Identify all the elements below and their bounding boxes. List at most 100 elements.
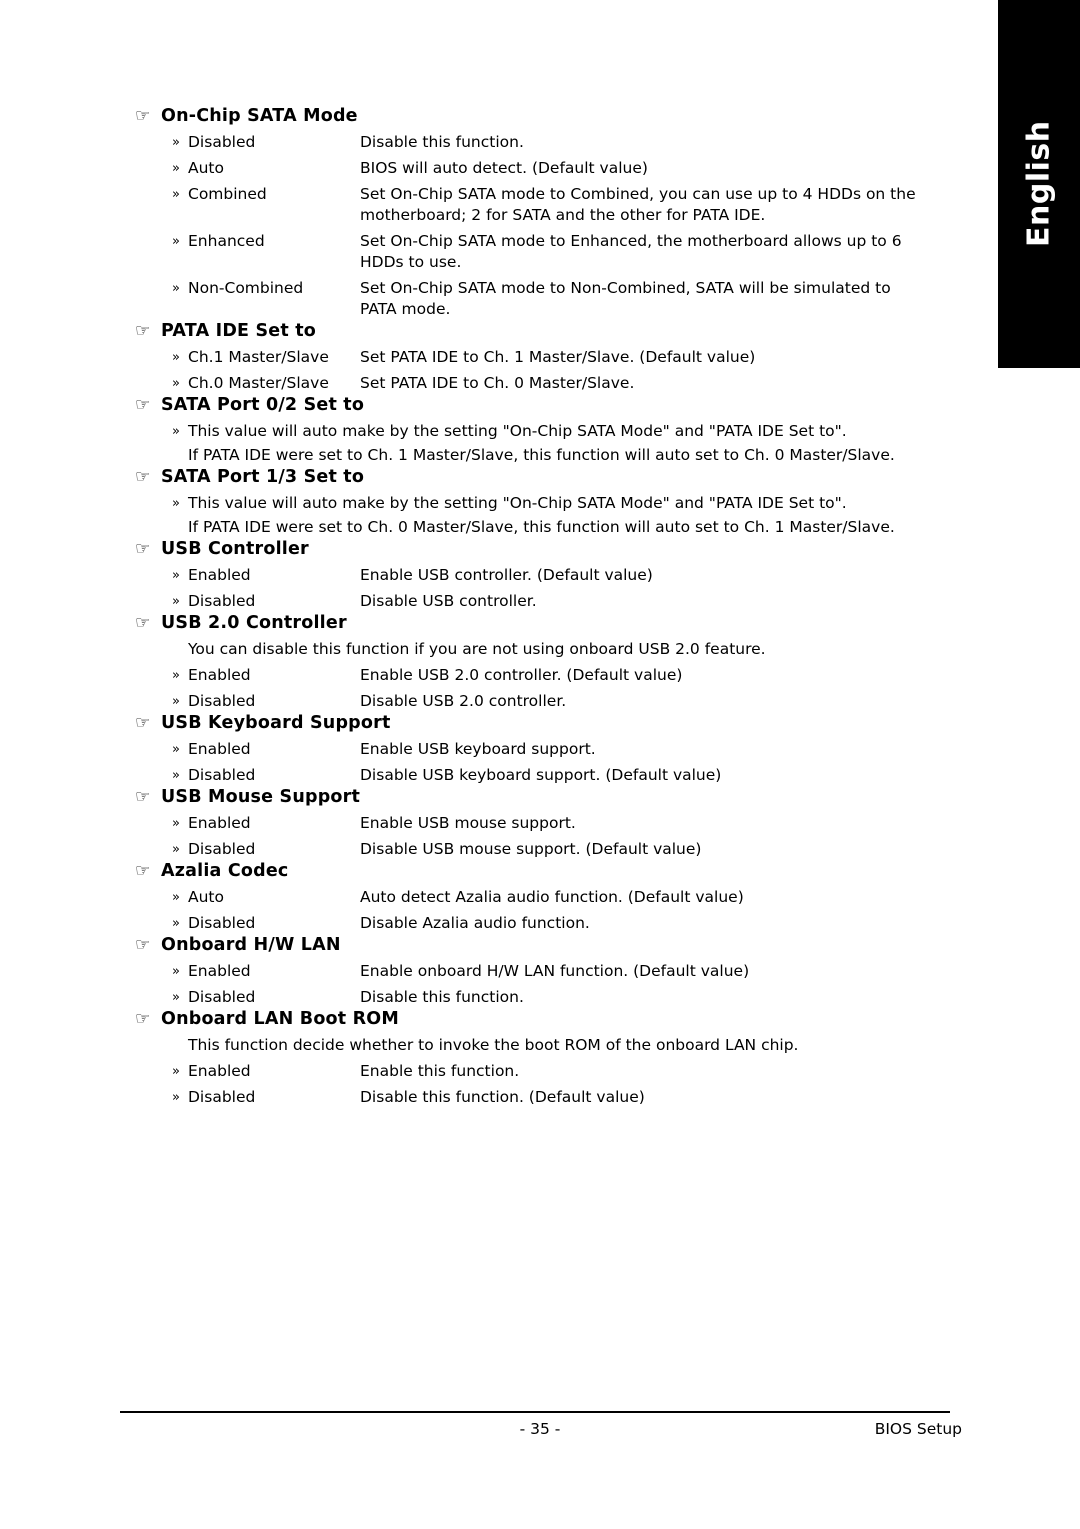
option-description: Set On-Chip SATA mode to Enhanced, the m… [360, 231, 965, 273]
pointing-hand-icon: ☞ [135, 1009, 151, 1029]
option-description: Enable USB keyboard support. [360, 739, 965, 760]
section-heading-text: USB Mouse Support [161, 787, 361, 807]
option-row: » Disabled Disable Azalia audio function. [135, 913, 965, 934]
option-description: Disable this function. (Default value) [360, 1087, 965, 1108]
section-heading-text: Onboard H/W LAN [161, 935, 341, 955]
double-arrow-icon: » [172, 1090, 180, 1105]
section-heading-text: USB Controller [161, 539, 309, 559]
option-row: » Disabled Disable USB controller. [135, 591, 965, 612]
option-description-line1: Auto detect Azalia audio function. (Defa… [360, 888, 744, 906]
option-label: Disabled [188, 914, 256, 932]
section-heading: ☞ USB Mouse Support [135, 786, 965, 808]
option-description-line1: Disable USB 2.0 controller. [360, 692, 567, 710]
option-description-line1: Set On-Chip SATA mode to Non-Combined, S… [360, 279, 891, 297]
option-description-line1: Set On-Chip SATA mode to Combined, you c… [360, 185, 916, 203]
section-heading-text: SATA Port 1/3 Set to [161, 467, 365, 487]
option-label: Enabled [188, 814, 251, 832]
option-row: » Disabled Disable USB 2.0 controller. [135, 691, 965, 712]
section-note-text: This value will auto make by the setting… [188, 422, 847, 440]
manual-section: ☞ On-Chip SATA Mode » Disabled Disable this … [135, 105, 965, 320]
option-label: Enhanced [188, 232, 265, 250]
option-description: Disable this function. [360, 132, 965, 153]
option-description-line1: Set On-Chip SATA mode to Enhanced, the m… [360, 232, 902, 250]
language-tab-label: English [1021, 120, 1057, 248]
option-row: » Enabled Enable USB mouse support. [135, 813, 965, 834]
double-arrow-icon: » [172, 424, 180, 439]
double-arrow-icon: » [172, 568, 180, 583]
double-arrow-icon: » [172, 350, 180, 365]
option-row: » Disabled Disable this function. (Default… [135, 1087, 965, 1108]
manual-section: ☞ USB Controller » Enabled Enable USB contro… [135, 538, 965, 612]
option-description-line1: Set PATA IDE to Ch. 0 Master/Slave. [360, 374, 635, 392]
option-label: Combined [188, 185, 267, 203]
pointing-hand-icon: ☞ [135, 935, 151, 955]
double-arrow-icon: » [172, 161, 180, 176]
option-description: Auto detect Azalia audio function. (Defa… [360, 887, 965, 908]
option-description: Disable USB keyboard support. (Default v… [360, 765, 965, 786]
double-arrow-icon: » [172, 668, 180, 683]
option-row: » Enabled Enable this function. [135, 1061, 965, 1082]
option-row: » Combined Set On-Chip SATA mode to Combin… [135, 184, 965, 226]
option-description: Enable USB controller. (Default value) [360, 565, 965, 586]
option-label: Enabled [188, 740, 251, 758]
option-description: Disable Azalia audio function. [360, 913, 965, 934]
option-label: Disabled [188, 988, 256, 1006]
double-arrow-icon: » [172, 742, 180, 757]
section-heading-text: USB 2.0 Controller [161, 613, 347, 633]
section-heading: ☞ Onboard H/W LAN [135, 934, 965, 956]
footer-divider [120, 1411, 950, 1413]
double-arrow-icon: » [172, 376, 180, 391]
option-description-line1: Disable USB keyboard support. (Default v… [360, 766, 722, 784]
option-description: Set On-Chip SATA mode to Combined, you c… [360, 184, 965, 226]
double-arrow-icon: » [172, 187, 180, 202]
option-description: Disable this function. [360, 987, 965, 1008]
section-intro-text: This function decide whether to invoke t… [188, 1036, 799, 1054]
option-description-line1: Disable this function. [360, 133, 524, 151]
option-description: Enable this function. [360, 1061, 965, 1082]
double-arrow-icon: » [172, 842, 180, 857]
double-arrow-icon: » [172, 964, 180, 979]
option-row: » Auto BIOS will auto detect. (Default val… [135, 158, 965, 179]
section-note: » This value will auto make by the settin… [135, 421, 965, 442]
section-heading: ☞ SATA Port 1/3 Set to [135, 466, 965, 488]
document-page: English ☞ On-Chip SATA Mode » Disabled Disab… [0, 0, 1080, 1529]
section-heading: ☞ Azalia Codec [135, 860, 965, 882]
pointing-hand-icon: ☞ [135, 787, 151, 807]
pointing-hand-icon: ☞ [135, 861, 151, 881]
option-row: » Enabled Enable USB 2.0 controller. (Defa… [135, 665, 965, 686]
option-label: Enabled [188, 566, 251, 584]
section-heading: ☞ USB Controller [135, 538, 965, 560]
option-description: Set On-Chip SATA mode to Non-Combined, S… [360, 278, 965, 320]
manual-section: ☞ USB Keyboard Support » Enabled Enable USB … [135, 712, 965, 786]
option-description-line1: Enable this function. [360, 1062, 520, 1080]
double-arrow-icon: » [172, 990, 180, 1005]
double-arrow-icon: » [172, 816, 180, 831]
section-heading-text: USB Keyboard Support [161, 713, 391, 733]
double-arrow-icon: » [172, 1064, 180, 1079]
option-row: » Auto Auto detect Azalia audio function. … [135, 887, 965, 908]
double-arrow-icon: » [172, 281, 180, 296]
option-label: Disabled [188, 692, 256, 710]
option-label: Disabled [188, 592, 256, 610]
pointing-hand-icon: ☞ [135, 713, 151, 733]
option-description-line2: HDDs to use. [360, 253, 462, 271]
option-label: Enabled [188, 962, 251, 980]
option-description-line1: Disable Azalia audio function. [360, 914, 590, 932]
manual-section: ☞ SATA Port 1/3 Set to » This value will au… [135, 466, 965, 538]
pointing-hand-icon: ☞ [135, 321, 151, 341]
double-arrow-icon: » [172, 768, 180, 783]
option-description: Set PATA IDE to Ch. 0 Master/Slave. [360, 373, 965, 394]
section-intro-text: You can disable this function if you are… [188, 640, 766, 658]
option-description: Enable onboard H/W LAN function. (Defaul… [360, 961, 965, 982]
manual-section: ☞ Onboard LAN Boot ROM This function decid… [135, 1008, 965, 1108]
option-row: » Disabled Disable this function. [135, 132, 965, 153]
option-description-line1: Enable USB 2.0 controller. (Default valu… [360, 666, 683, 684]
option-label: Enabled [188, 1062, 251, 1080]
option-row: » Ch.1 Master/Slave Set PATA IDE to Ch. 1 … [135, 347, 965, 368]
manual-section: ☞ SATA Port 0/2 Set to » This value will au… [135, 394, 965, 466]
section-heading: ☞ USB Keyboard Support [135, 712, 965, 734]
manual-content: ☞ On-Chip SATA Mode » Disabled Disable this … [135, 105, 965, 1108]
section-heading: ☞ PATA IDE Set to [135, 320, 965, 342]
option-row: » Enabled Enable USB keyboard support. [135, 739, 965, 760]
section-heading-text: Azalia Codec [161, 861, 289, 881]
